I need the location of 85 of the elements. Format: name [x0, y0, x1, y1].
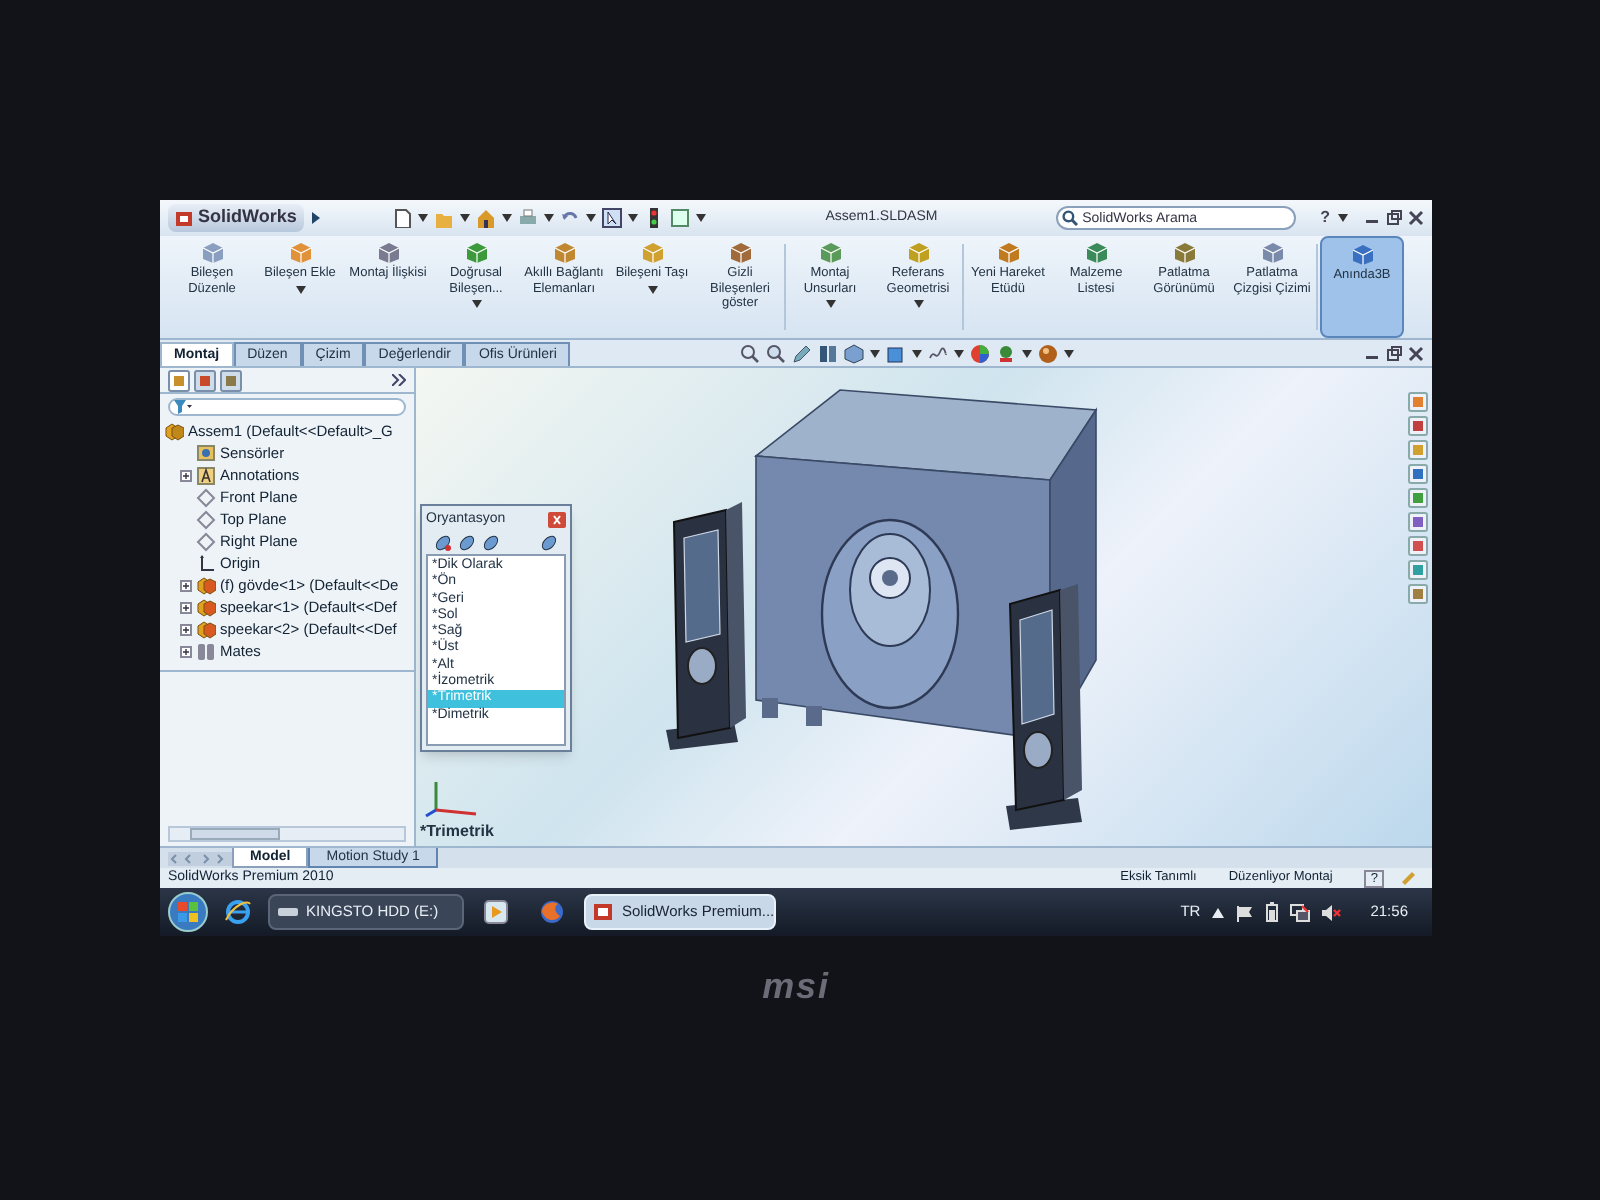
close-icon[interactable] — [1408, 210, 1424, 226]
caret-icon — [586, 214, 597, 222]
pointer-icon[interactable] — [602, 208, 623, 228]
part-icon — [196, 619, 216, 639]
app-logo[interactable]: SolidWorks — [168, 204, 305, 232]
caret-icon — [502, 214, 513, 222]
media-player-icon[interactable] — [484, 900, 508, 924]
zoom-area-icon[interactable] — [766, 343, 787, 363]
search-icon — [1062, 210, 1079, 226]
annotation-icon — [196, 465, 216, 485]
part-icon — [196, 597, 216, 617]
part-icon — [196, 575, 216, 595]
caret-icon — [628, 214, 639, 222]
caret-icon — [1338, 214, 1348, 222]
logo-icon — [176, 209, 194, 227]
horizontal-scrollbar[interactable] — [168, 826, 406, 842]
expand-icon[interactable] — [180, 623, 192, 635]
speaker-muted-icon[interactable] — [1322, 903, 1343, 921]
cube-icon — [289, 242, 311, 264]
cube-icon — [1261, 242, 1283, 264]
expand-icon[interactable] — [180, 469, 192, 481]
printer-icon[interactable] — [518, 208, 539, 228]
up-arrow-icon[interactable] — [1212, 907, 1225, 917]
document-icon[interactable] — [392, 208, 413, 228]
restore-icon[interactable] — [1386, 345, 1402, 361]
tree-icon[interactable] — [168, 369, 190, 391]
close-icon[interactable] — [548, 512, 566, 528]
caret-icon — [825, 300, 835, 308]
sphere-icon[interactable] — [1038, 343, 1059, 363]
cube-icon — [201, 242, 223, 264]
caret-icon — [471, 300, 481, 308]
caret-icon — [954, 349, 965, 357]
zoom-fit-icon[interactable] — [740, 343, 761, 363]
caret-icon — [418, 214, 429, 222]
expand-icon[interactable] — [180, 579, 192, 591]
restore-icon[interactable] — [1386, 210, 1402, 226]
cube-icon — [1085, 242, 1107, 264]
cube-icon — [1173, 242, 1195, 264]
filter-field[interactable] — [168, 398, 406, 416]
color-wheel-icon[interactable] — [970, 343, 991, 363]
caret-icon — [544, 214, 555, 222]
caret-icon — [1064, 349, 1075, 357]
assembly-icon — [164, 421, 184, 441]
expand-icon[interactable] — [180, 601, 192, 613]
expand-icon[interactable] — [180, 645, 192, 657]
cube-icon — [1351, 244, 1373, 266]
window-icon[interactable] — [670, 208, 691, 228]
caret-icon — [295, 285, 305, 293]
cube-icon — [553, 242, 575, 264]
origin-icon — [196, 553, 216, 573]
browser-e-icon[interactable] — [224, 898, 252, 926]
cube-icon — [729, 242, 751, 264]
app-icon — [594, 902, 614, 922]
config-icon[interactable] — [220, 369, 242, 391]
fox-globe-icon[interactable] — [540, 900, 564, 924]
scribble-icon[interactable] — [928, 343, 949, 363]
chevron-double-icon[interactable] — [392, 374, 406, 386]
flag-icon[interactable] — [1236, 903, 1255, 921]
caret-icon — [647, 285, 657, 293]
cube-icon — [641, 242, 663, 264]
cube-icon — [465, 242, 487, 264]
sensor-icon — [196, 443, 216, 463]
caret-icon — [913, 300, 923, 308]
triangle-right-icon — [312, 212, 321, 224]
cube-icon — [377, 242, 399, 264]
caret-icon — [912, 349, 923, 357]
view-name-label: *Trimetrik — [420, 820, 494, 844]
box-icon[interactable] — [886, 343, 907, 363]
close-icon[interactable] — [1408, 345, 1424, 361]
help-button[interactable]: ? — [1320, 206, 1330, 230]
start-orb-icon[interactable] — [168, 892, 208, 932]
caret-icon — [1022, 349, 1033, 357]
house-icon[interactable] — [476, 208, 497, 228]
filter-icon — [174, 400, 192, 414]
network-icon[interactable] — [1290, 903, 1311, 921]
cube-icon — [819, 242, 841, 264]
list-icon[interactable] — [194, 369, 216, 391]
caret-icon — [696, 214, 707, 222]
cube-icon — [997, 242, 1019, 264]
battery-icon[interactable] — [1266, 902, 1279, 922]
mates-icon — [196, 641, 216, 661]
caret-icon — [870, 349, 881, 357]
cube-icon — [907, 242, 929, 264]
caret-icon — [460, 214, 471, 222]
bezel-logo: msi — [762, 964, 830, 1010]
